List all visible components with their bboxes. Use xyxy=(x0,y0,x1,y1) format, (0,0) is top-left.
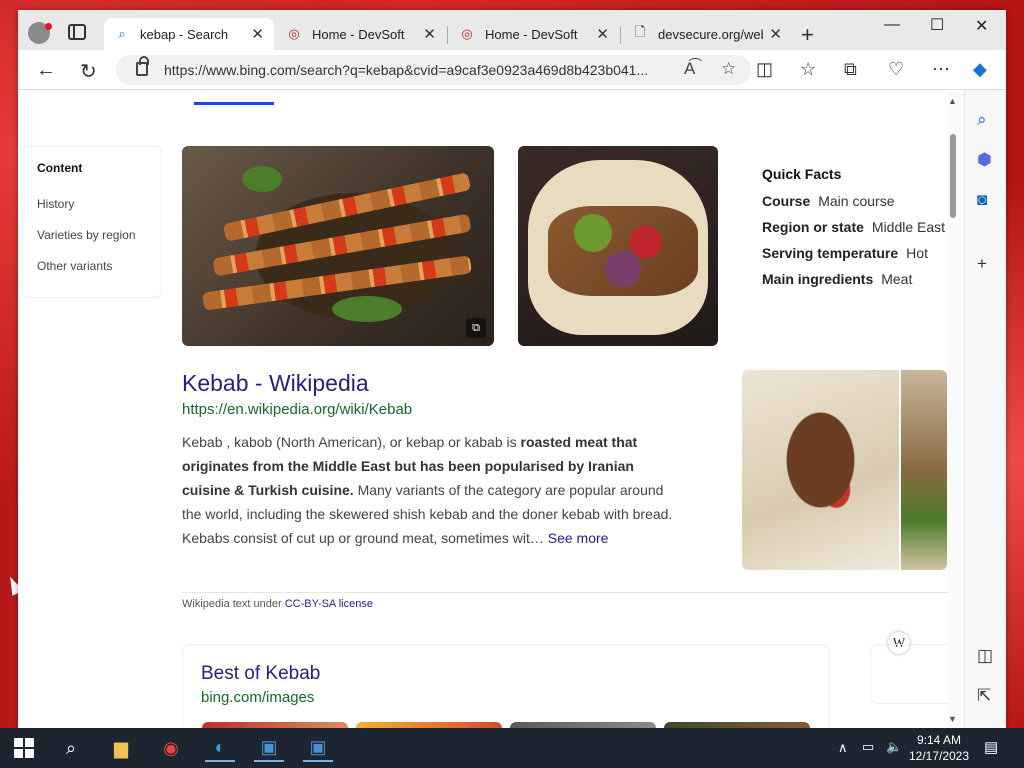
quick-facts-panel: Quick Facts Course Main course Region or … xyxy=(762,166,952,297)
scrollbar-thumb[interactable] xyxy=(950,134,956,218)
tools-icon[interactable]: ⬢ xyxy=(977,150,992,170)
tab-title: Home - DevSoft xyxy=(485,26,578,42)
favorites-icon[interactable]: ☆ xyxy=(800,59,816,80)
sidebar-toggle-icon[interactable]: ◫ xyxy=(977,646,993,666)
toc-item-other-variants[interactable]: Other variants xyxy=(37,259,147,273)
file-explorer-icon[interactable]: ▆ xyxy=(106,734,136,762)
tab-strip: ⌕ kebap - Search ✕ ◎ Home - DevSoft ✕ ◎ … xyxy=(18,10,1006,50)
expand-image-icon[interactable]: ⧉ xyxy=(466,318,486,338)
chrome-icon[interactable]: ◉ xyxy=(156,734,186,762)
search-icon: ⌕ xyxy=(118,26,126,41)
volume-icon[interactable]: 🔈 xyxy=(886,739,902,755)
page-content: Content History Varieties by region Othe… xyxy=(18,90,964,728)
external-link-icon[interactable]: ⇱ xyxy=(977,686,991,706)
tab-title: kebap - Search xyxy=(140,26,229,42)
result-title-link[interactable]: Kebab - Wikipedia xyxy=(182,370,369,397)
contents-panel: Content History Varieties by region Othe… xyxy=(22,146,162,298)
taskbar: ⌕ ▆ ◉ ◐ ▣ ▣ ∧ ▭ 🔈 9:14 AM 12/17/2023 ▤ xyxy=(0,728,1024,768)
contents-title: Content xyxy=(37,161,83,175)
page-icon: 🗋 xyxy=(634,24,646,39)
active-tab-underline xyxy=(194,102,274,105)
scroll-up-arrow[interactable]: ▲ xyxy=(948,96,957,106)
fact-main-ingredients: Main ingredients Meat xyxy=(762,271,913,287)
see-more-link[interactable]: See more xyxy=(548,530,609,546)
search-icon[interactable]: ⌕ xyxy=(977,110,987,130)
result-url[interactable]: https://en.wikipedia.org/wiki/Kebab xyxy=(182,401,412,418)
outlook-icon[interactable]: ◙ xyxy=(977,190,987,210)
fact-course: Course Main course xyxy=(762,193,895,209)
minimize-button[interactable]: — xyxy=(884,16,900,34)
tab-title: Home - DevSoft xyxy=(312,26,405,42)
edge-icon[interactable]: ◐ xyxy=(205,734,235,762)
search-icon[interactable]: ⌕ xyxy=(56,734,86,762)
doner-closeup-image[interactable] xyxy=(742,370,899,570)
side-card xyxy=(870,644,950,704)
fact-region: Region or state Middle East xyxy=(762,219,946,235)
quick-facts-title: Quick Facts xyxy=(762,166,842,182)
fact-serving-temperature: Serving temperature Hot xyxy=(762,245,928,261)
tab-devsoft-1[interactable]: ◎ Home - DevSoft ✕ xyxy=(276,18,446,50)
favorite-star-icon[interactable]: ☆ xyxy=(721,59,736,79)
devsoft-icon: ◎ xyxy=(288,26,300,41)
tab-separator xyxy=(447,26,448,44)
more-menu-icon[interactable]: ⋯ xyxy=(932,59,950,80)
tab-kebap-search[interactable]: ⌕ kebap - Search ✕ xyxy=(104,18,274,50)
browser-window: ⌕ kebap - Search ✕ ◎ Home - DevSoft ✕ ◎ … xyxy=(18,10,1006,728)
lock-icon[interactable] xyxy=(136,56,149,76)
devsoft-icon: ◎ xyxy=(461,26,473,41)
tray-chevron-icon[interactable]: ∧ xyxy=(838,740,848,756)
split-screen-icon[interactable]: ◫ xyxy=(756,59,773,80)
copilot-icon[interactable]: ◆ xyxy=(973,59,987,80)
scroll-down-arrow[interactable]: ▼ xyxy=(948,714,957,724)
url-text: https://www.bing.com/search?q=kebap&cvid… xyxy=(164,62,649,78)
address-bar[interactable]: https://www.bing.com/search?q=kebap&cvid… xyxy=(116,55,751,85)
tab-devsecure[interactable]: 🗋 devsecure.org/web- ✕ xyxy=(622,18,792,50)
windows-start-icon[interactable] xyxy=(14,738,34,758)
kebab-skewers-image[interactable]: ⧉ xyxy=(182,146,494,346)
toc-item-varieties[interactable]: Varieties by region xyxy=(37,228,147,242)
images-card xyxy=(182,644,830,728)
license-link[interactable]: CC-BY-SA license xyxy=(285,598,373,610)
wrap-side-image[interactable] xyxy=(901,370,947,570)
refresh-button[interactable]: ↻ xyxy=(80,59,97,84)
close-tab-icon[interactable]: ✕ xyxy=(769,25,782,43)
tab-separator xyxy=(620,26,621,44)
add-icon[interactable]: + xyxy=(977,254,987,274)
tab-title: devsecure.org/web- xyxy=(658,26,764,42)
close-tab-icon[interactable]: ✕ xyxy=(596,25,609,43)
app-icon[interactable]: ▣ xyxy=(303,734,333,762)
edge-sidebar: ⌕ ⬢ ◙ + ◫ ⇱ ⚙ xyxy=(964,90,1006,728)
images-card-title[interactable]: Best of Kebab xyxy=(201,663,320,685)
close-window-button[interactable]: ✕ xyxy=(975,16,988,36)
notification-icon[interactable]: ▤ xyxy=(984,738,998,756)
close-tab-icon[interactable]: ✕ xyxy=(423,25,436,43)
maximize-button[interactable]: ☐ xyxy=(930,15,944,35)
tab-devsoft-2[interactable]: ◎ Home - DevSoft ✕ xyxy=(449,18,619,50)
clock-time[interactable]: 9:14 AM xyxy=(910,733,968,747)
license-note: Wikipedia text under CC-BY-SA license xyxy=(182,598,373,610)
toc-item-history[interactable]: History xyxy=(37,197,147,211)
new-tab-button[interactable]: + xyxy=(801,22,814,48)
collections-icon[interactable]: ⧉ xyxy=(844,59,857,80)
address-toolbar: ← ↻ https://www.bing.com/search?q=kebap&… xyxy=(18,50,1006,90)
close-tab-icon[interactable]: ✕ xyxy=(251,25,264,43)
read-aloud-icon[interactable]: A͡ xyxy=(684,59,695,79)
clock-date[interactable]: 12/17/2023 xyxy=(908,749,970,763)
result-snippet: Kebab , kabob (North American), or kebap… xyxy=(182,434,673,546)
doner-wrap-image[interactable] xyxy=(518,146,718,346)
divider xyxy=(182,592,948,593)
network-icon[interactable]: ▭ xyxy=(862,739,874,755)
images-card-url[interactable]: bing.com/images xyxy=(201,689,314,706)
tab-actions-icon[interactable] xyxy=(68,24,86,40)
extensions-icon[interactable]: ♡ xyxy=(888,59,904,80)
back-button[interactable]: ← xyxy=(36,59,56,82)
notification-dot xyxy=(45,23,52,30)
app-icon[interactable]: ▣ xyxy=(254,734,284,762)
